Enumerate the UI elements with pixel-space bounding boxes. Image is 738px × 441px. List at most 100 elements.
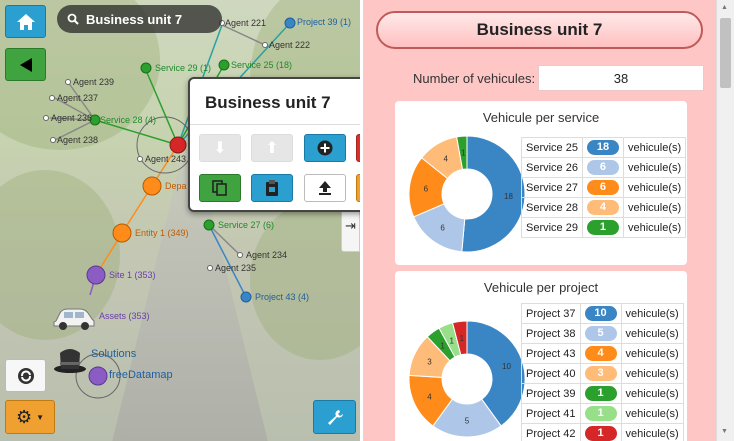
wrench-icon	[327, 410, 343, 425]
node-entity-1[interactable]	[112, 223, 132, 243]
edit-button[interactable]	[356, 174, 360, 202]
caret-down-icon: ▼	[36, 412, 45, 422]
scrollbar-thumb[interactable]	[720, 18, 731, 88]
graph-label: Entity 1 (349)	[135, 228, 189, 238]
search-box[interactable]: Business unit 7	[57, 5, 222, 33]
copy-button[interactable]	[199, 174, 241, 202]
node-agent[interactable]	[65, 79, 71, 85]
unit-label: vehicule(s)	[622, 217, 687, 238]
search-input[interactable]: Business unit 7	[86, 12, 182, 27]
service-chart-card: Vehicule per service 18 6 6 4 1 Service 25 18…	[395, 101, 687, 265]
node-agent[interactable]	[50, 137, 56, 143]
graph-label: Agent 235	[215, 263, 257, 273]
arrow-up-icon: ⬆	[265, 140, 279, 157]
node-service-29[interactable]	[140, 62, 152, 74]
plus-circle-icon	[317, 140, 333, 156]
row-count: 6	[581, 157, 624, 178]
row-count: 1	[581, 217, 624, 238]
move-up-button[interactable]: ⬆	[251, 134, 293, 162]
count-badge: 6	[586, 160, 619, 175]
row-count: 1	[579, 423, 622, 441]
node-business-unit-7[interactable]	[169, 136, 187, 154]
count-badge: 5	[584, 326, 617, 341]
count-badge: 1	[584, 386, 617, 401]
count-badge: 4	[584, 346, 617, 361]
row-label: Project 41	[521, 403, 581, 424]
node-agent[interactable]	[137, 156, 143, 162]
row-count: 5	[579, 323, 622, 344]
delete-button[interactable]	[356, 134, 360, 162]
car-icon	[53, 308, 95, 330]
node-service-27[interactable]	[203, 219, 215, 231]
unit-label: vehicule(s)	[620, 323, 684, 344]
details-panel-content[interactable]: Business unit 7 Number of vehicules: 38 …	[363, 0, 716, 441]
graph-label: Agent 239	[73, 77, 115, 87]
graph-map-area[interactable]: Agent 221 Project 39 (1) Agent 222 Servi…	[0, 0, 360, 441]
node-agent[interactable]	[237, 252, 243, 258]
home-button[interactable]	[5, 5, 46, 38]
table-row: Service 29 1 vehicule(s)	[521, 217, 687, 238]
unit-label: vehicule(s)	[622, 197, 687, 218]
node-freedatamap[interactable]	[88, 366, 108, 386]
node-project-39[interactable]	[284, 17, 296, 29]
row-label: Service 27	[521, 177, 583, 198]
slice-label: 3	[427, 357, 432, 366]
panel-scrollbar[interactable]: ▲ ▼	[716, 0, 734, 441]
project-chart-card: Vehicule per project 10 5 4 3 1 1 1 Project 37…	[395, 271, 687, 441]
scroll-up-icon[interactable]: ▲	[721, 4, 728, 11]
service-table: Service 25 18 vehicule(s) Service 26 6 vehicu…	[521, 137, 687, 238]
refresh-button[interactable]	[5, 359, 46, 392]
slice-label: 1	[449, 336, 454, 345]
node-agent[interactable]	[49, 95, 55, 101]
row-label: Service 28	[521, 197, 583, 218]
graph-label: Agent 237	[57, 93, 99, 103]
row-count: 4	[581, 197, 624, 218]
popup-title: Business unit 7	[205, 93, 331, 112]
node-department[interactable]	[142, 176, 162, 196]
count-badge: 4	[586, 200, 619, 215]
search-icon	[67, 13, 79, 25]
magic-hat-icon	[54, 349, 86, 373]
table-row: Project 42 1 vehicule(s)	[521, 423, 684, 441]
table-row: Service 27 6 vehicule(s)	[521, 177, 687, 198]
table-row: Project 38 5 vehicule(s)	[521, 323, 684, 344]
clipboard-button[interactable]	[251, 174, 293, 202]
back-button[interactable]	[5, 48, 46, 81]
graph-label: Solutions	[91, 348, 137, 360]
refresh-icon	[17, 367, 34, 384]
graph-label: Service 28 (4)	[100, 115, 157, 125]
arrow-left-icon	[19, 57, 32, 72]
count-badge: 3	[584, 366, 617, 381]
row-label: Service 25	[521, 137, 583, 158]
graph-label: Agent 236	[51, 113, 93, 123]
row-count: 4	[579, 343, 622, 364]
unit-label: vehicule(s)	[620, 423, 684, 441]
tools-button[interactable]	[313, 400, 356, 434]
graph-label: Service 27 (6)	[218, 220, 275, 230]
node-agent[interactable]	[43, 115, 49, 121]
pie-slice[interactable]	[461, 135, 526, 253]
row-label: Service 26	[521, 157, 583, 178]
graph-label: Site 1 (353)	[109, 270, 156, 280]
num-vehicules-value: 38	[538, 65, 704, 91]
node-site-1[interactable]	[86, 265, 106, 285]
table-row: Project 41 1 vehicule(s)	[521, 403, 684, 424]
count-badge: 10	[584, 306, 617, 321]
add-button[interactable]	[304, 134, 346, 162]
settings-dropdown-button[interactable]: ⚙ ▼	[5, 400, 55, 434]
scroll-down-icon[interactable]: ▼	[721, 428, 728, 435]
node-service-25[interactable]	[218, 59, 230, 71]
slice-label: 5	[465, 417, 470, 426]
home-icon	[16, 13, 35, 30]
slice-label: 4	[427, 393, 432, 402]
node-agent[interactable]	[207, 265, 213, 271]
unit-label: vehicule(s)	[622, 157, 687, 178]
node-agent[interactable]	[262, 42, 268, 48]
row-count: 6	[581, 177, 624, 198]
table-row: Project 37 10 vehicule(s)	[521, 303, 684, 324]
upload-button[interactable]	[304, 174, 346, 202]
row-count: 1	[579, 403, 622, 424]
move-down-button[interactable]: ⬇	[199, 134, 241, 162]
count-badge: 1	[586, 220, 619, 235]
node-project-43[interactable]	[240, 291, 252, 303]
